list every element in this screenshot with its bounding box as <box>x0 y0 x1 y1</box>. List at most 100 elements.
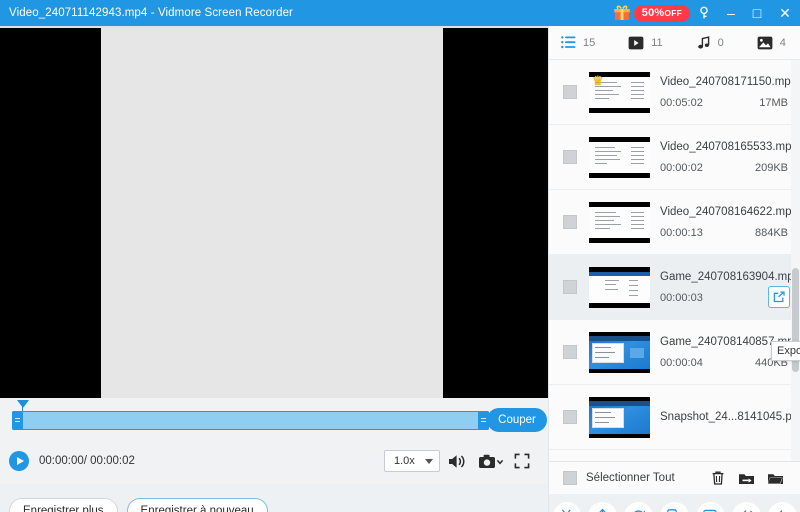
merge-icon[interactable] <box>660 501 689 512</box>
record-again-button[interactable]: Enregistrer à nouveau <box>126 498 268 512</box>
promo-badge[interactable]: 50%OFF <box>633 4 690 22</box>
list-item-duration: 00:00:02 <box>660 161 703 174</box>
list-item-checkbox[interactable] <box>563 280 577 294</box>
list-item-name: Game_240708163904.mp4 <box>660 270 800 283</box>
media-type-tabs: 15 11 0 4 <box>549 26 800 60</box>
volume-plus-icon[interactable] <box>767 501 797 512</box>
minimize-glyph: – <box>727 5 735 21</box>
title-separator: - <box>150 7 155 19</box>
trim-handle-left[interactable] <box>12 411 23 430</box>
tab-audio[interactable]: 0 <box>697 26 724 60</box>
title-app-name: Vidmore Screen Recorder <box>157 7 293 19</box>
title-file-name: Video_240711142943.mp4 <box>9 7 148 19</box>
tab-audio-count: 0 <box>717 36 724 49</box>
list-item-duration: 00:05:02 <box>660 96 703 109</box>
gift-icon[interactable] <box>612 3 632 23</box>
list-item-thumbnail <box>589 201 650 243</box>
list-scrollbar-track[interactable] <box>791 60 800 461</box>
list-item-name: Snapshot_24...8141045.png <box>660 411 800 423</box>
thumb-dialog <box>592 407 624 428</box>
list-item-size: 17MB <box>759 96 788 109</box>
list-item-duration: 00:00:03 <box>660 291 703 304</box>
share-export-icon[interactable] <box>768 286 790 308</box>
scissors-icon[interactable] <box>552 501 582 512</box>
list-item-checkbox[interactable] <box>563 345 577 359</box>
list-item-size: 884KB <box>754 226 788 239</box>
title-bar: Video_240711142943.mp4 - Vidmore Screen … <box>0 0 800 26</box>
list-item[interactable]: ♛ Video_240708171150.mp4 00:05:02 17MB <box>549 60 800 125</box>
video-preview[interactable] <box>0 26 548 398</box>
tab-video[interactable]: 11 <box>628 26 663 60</box>
list-item-sub: 00:00:13 884KB <box>660 227 800 239</box>
convert-icon[interactable] <box>624 501 654 512</box>
right-panel: 15 11 0 4 ♛ Video_240708171150.mp4 00:05… <box>548 26 800 512</box>
tab-all[interactable]: 15 <box>561 26 595 60</box>
tool-action-bar <box>549 494 800 512</box>
crown-icon: ♛ <box>592 72 604 88</box>
playback-speed-select[interactable]: 1.0x <box>384 450 440 472</box>
chevron-down-icon <box>425 459 433 464</box>
list-item-thumbnail <box>589 266 650 308</box>
volume-icon[interactable] <box>440 449 474 473</box>
volume-boost-icon[interactable] <box>731 501 761 512</box>
list-icon <box>561 36 576 49</box>
list-item[interactable]: Video_240708164622.mp4 00:00:13 884KB <box>549 190 800 255</box>
tab-image-count: 4 <box>779 36 786 49</box>
playhead-marker[interactable] <box>17 400 29 408</box>
time-display: 00:00:00/ 00:00:02 <box>39 455 135 467</box>
list-item[interactable]: Snapshot_24...8141045.png <box>549 385 800 450</box>
select-all-checkbox[interactable] <box>563 471 577 485</box>
list-item-checkbox[interactable] <box>563 410 577 424</box>
video-icon <box>628 36 644 49</box>
list-item-sub: 00:00:02 209KB <box>660 162 800 174</box>
list-item-meta: Video_240708171150.mp4 00:05:02 17MB <box>660 76 800 109</box>
minimize-button[interactable]: – <box>718 0 744 26</box>
close-button[interactable]: ✕ <box>770 0 800 26</box>
fullscreen-icon[interactable] <box>508 449 536 473</box>
key-icon[interactable] <box>690 0 718 26</box>
folder-move-icon[interactable] <box>732 466 761 490</box>
list-item-thumbnail: ♛ <box>589 71 650 113</box>
trash-icon[interactable] <box>703 466 732 490</box>
play-triangle <box>16 457 24 465</box>
app-window: Video_240711142943.mp4 - Vidmore Screen … <box>0 0 800 512</box>
tab-video-count: 11 <box>651 36 663 49</box>
list-item-name: Video_240708171150.mp4 <box>660 75 798 88</box>
list-item[interactable]: Video_240708165533.mp4 00:00:02 209KB <box>549 125 800 190</box>
thumb-dialog <box>592 342 624 363</box>
trim-track[interactable] <box>12 411 489 430</box>
compress-icon[interactable] <box>588 501 618 512</box>
cut-button[interactable]: Couper <box>487 408 547 432</box>
maximize-button[interactable]: □ <box>744 0 770 26</box>
list-item-checkbox[interactable] <box>563 215 577 229</box>
trim-bar: Couper <box>0 400 548 440</box>
window-title: Video_240711142943.mp4 - Vidmore Screen … <box>9 7 293 19</box>
list-item-meta: Video_240708165533.mp4 00:00:02 209KB <box>660 141 800 174</box>
music-icon <box>697 35 709 49</box>
edit-icon[interactable] <box>695 501 725 512</box>
promo-percent: 50% <box>641 6 665 19</box>
select-all-bar: Sélectionner Tout <box>549 461 800 494</box>
list-item-checkbox[interactable] <box>563 85 577 99</box>
recording-list[interactable]: ♛ Video_240708171150.mp4 00:05:02 17MB V… <box>549 60 800 461</box>
left-panel: Couper 00:00:00/ 00:00:02 1.0x Enregistr… <box>0 26 548 512</box>
list-item-checkbox[interactable] <box>563 150 577 164</box>
play-icon[interactable] <box>9 451 29 471</box>
record-actions-bar: Enregistrer plus Enregistrer à nouveau <box>0 484 548 512</box>
screenshot-camera-icon[interactable] <box>474 449 508 473</box>
list-item[interactable]: Game_240708140857.mp4 00:00:04 440KB <box>549 320 800 385</box>
select-all-label: Sélectionner Tout <box>586 472 675 484</box>
list-manage-icons <box>703 466 790 490</box>
list-item-meta: Video_240708164622.mp4 00:00:13 884KB <box>660 206 800 239</box>
list-item[interactable]: Game_240708163904.mp4 00:00:03 <box>549 255 800 320</box>
close-glyph: ✕ <box>779 5 791 21</box>
preview-frame-content <box>101 28 443 398</box>
list-item-thumbnail <box>589 136 650 178</box>
tab-image[interactable]: 4 <box>757 26 786 60</box>
tab-all-count: 15 <box>583 36 596 49</box>
list-item-name: Video_240708165533.mp4 <box>660 140 798 153</box>
folder-open-icon[interactable] <box>761 466 790 490</box>
player-controls: 00:00:00/ 00:00:02 1.0x <box>0 440 548 482</box>
list-item-size: 209KB <box>754 161 788 174</box>
record-more-button[interactable]: Enregistrer plus <box>9 498 118 512</box>
